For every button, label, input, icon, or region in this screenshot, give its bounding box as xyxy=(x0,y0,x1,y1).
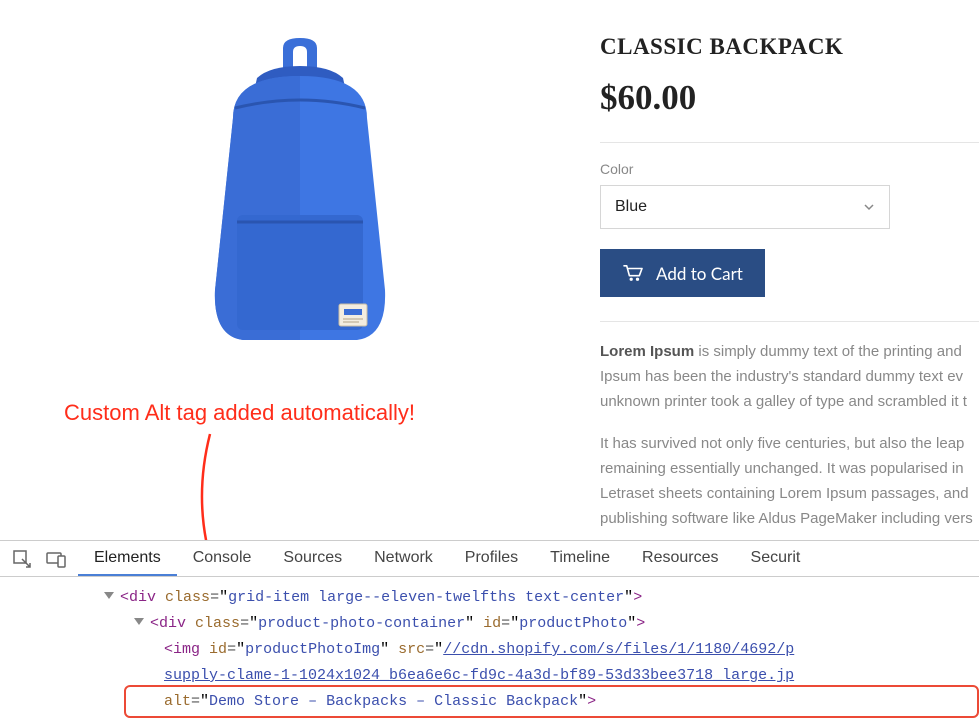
color-select-value: Blue xyxy=(615,198,647,216)
color-select[interactable]: Blue xyxy=(600,185,890,229)
attr-value: //cdn.shopify.com/s/files/1/1180/4692/p xyxy=(443,641,794,658)
devtools-panel: ElementsConsoleSourcesNetworkProfilesTim… xyxy=(0,540,979,715)
attr-value: productPhoto xyxy=(519,615,627,632)
attr-value: productPhotoImg xyxy=(245,641,380,658)
product-image-column xyxy=(0,10,600,540)
product-image xyxy=(135,30,465,360)
product-info-column: CLASSIC BACKPACK $60.00 Color Blue Add t… xyxy=(600,10,979,540)
elements-code-panel[interactable]: <div class="grid-item large--eleven-twel… xyxy=(0,577,979,715)
code-line: supply-clame-1-1024x1024_b6ea6e6c-fd9c-4… xyxy=(104,663,979,689)
devtools-icon-group xyxy=(0,549,78,569)
attr-value: supply-clame-1-1024x1024_b6ea6e6c-fd9c-4… xyxy=(164,667,794,684)
cart-icon xyxy=(622,264,644,282)
attr-value: product-photo-container xyxy=(258,615,465,632)
device-icon[interactable] xyxy=(46,549,66,569)
devtools-tab-elements[interactable]: Elements xyxy=(78,541,177,576)
product-price: $60.00 xyxy=(600,78,979,118)
product-title: CLASSIC BACKPACK xyxy=(600,34,979,60)
devtools-tab-console[interactable]: Console xyxy=(177,541,268,576)
devtools-tab-securit[interactable]: Securit xyxy=(735,541,817,576)
devtools-tab-resources[interactable]: Resources xyxy=(626,541,734,576)
divider xyxy=(600,142,979,143)
divider xyxy=(600,321,979,322)
add-to-cart-button[interactable]: Add to Cart xyxy=(600,249,765,297)
add-to-cart-label: Add to Cart xyxy=(656,263,743,284)
code-line: <div class="product-photo-container" id=… xyxy=(104,611,979,637)
desc-strong: Lorem Ipsum xyxy=(600,343,694,360)
chevron-down-icon xyxy=(863,201,875,213)
code-line: <img id="productPhotoImg" src="//cdn.sho… xyxy=(104,637,979,663)
devtools-tab-sources[interactable]: Sources xyxy=(267,541,358,576)
devtools-tab-timeline[interactable]: Timeline xyxy=(534,541,626,576)
description-paragraph-2: It has survived not only five centuries,… xyxy=(600,432,979,531)
code-line: alt="Demo Store – Backpacks – Classic Ba… xyxy=(104,689,979,715)
devtools-tab-network[interactable]: Network xyxy=(358,541,449,576)
devtools-tab-profiles[interactable]: Profiles xyxy=(449,541,534,576)
devtools-tabs: ElementsConsoleSourcesNetworkProfilesTim… xyxy=(78,541,816,576)
annotation-callout: Custom Alt tag added automatically! xyxy=(64,400,415,426)
attr-value: grid-item large--eleven-twelfths text-ce… xyxy=(228,589,624,606)
color-select-wrap: Blue xyxy=(600,185,890,229)
inspect-icon[interactable] xyxy=(12,549,32,569)
description-paragraph-1: Lorem Ipsum is simply dummy text of the … xyxy=(600,340,979,414)
devtools-tabbar: ElementsConsoleSourcesNetworkProfilesTim… xyxy=(0,541,979,577)
attr-value: Demo Store – Backpacks – Classic Backpac… xyxy=(209,693,578,710)
code-line: <div class="grid-item large--eleven-twel… xyxy=(104,585,979,611)
color-label: Color xyxy=(600,161,979,177)
